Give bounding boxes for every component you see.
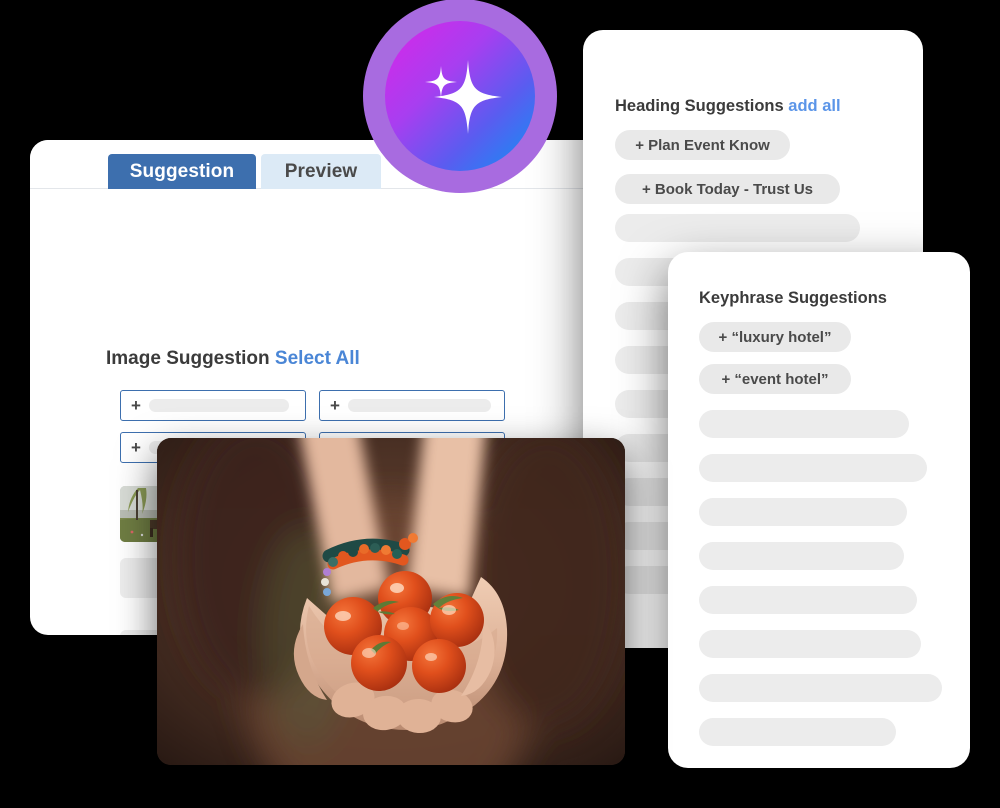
- keyphrase-suggestions-panel: Keyphrase Suggestions + “luxury hotel” +…: [668, 252, 970, 768]
- tab-preview[interactable]: Preview: [261, 154, 381, 189]
- tab-suggestion[interactable]: Suggestion: [108, 154, 256, 189]
- keyphrase-chip-1[interactable]: + “luxury hotel”: [699, 322, 851, 352]
- keyphrase-chip-2[interactable]: + “event hotel”: [699, 364, 851, 394]
- screenshot-stage: Suggestion Preview Image Suggestion Sele…: [0, 0, 1000, 808]
- heading-suggestions-title: Heading Suggestions add all: [615, 97, 841, 116]
- ai-sparkle-badge: [363, 0, 557, 193]
- skeleton-pill: [699, 454, 927, 482]
- skeleton-pill: [699, 498, 907, 526]
- image-suggestion-input-2[interactable]: +: [319, 390, 505, 421]
- sparkle-gradient-circle: [385, 21, 535, 171]
- skeleton-bar: [347, 399, 491, 412]
- image-suggestion-input-1[interactable]: +: [120, 390, 306, 421]
- tab-bar: Suggestion Preview: [30, 140, 645, 189]
- skeleton-pill: [699, 586, 917, 614]
- section-title-text: Image Suggestion: [106, 348, 270, 369]
- skeleton-pill: [699, 718, 896, 746]
- heading-suggestions-title-text: Heading Suggestions: [615, 97, 784, 115]
- sparkle-icon: [425, 60, 502, 134]
- heading-chip-2[interactable]: + Book Today - Trust Us: [615, 174, 840, 204]
- skeleton-pill: [699, 410, 909, 438]
- keyphrase-suggestions-title: Keyphrase Suggestions: [699, 289, 887, 307]
- skeleton-pill: [699, 542, 904, 570]
- skeleton-pill: [615, 214, 860, 242]
- skeleton-pill: [699, 630, 921, 658]
- plus-icon: +: [330, 396, 340, 415]
- add-all-link[interactable]: add all: [788, 97, 840, 115]
- skeleton-bar: [148, 399, 289, 412]
- plus-icon: +: [131, 396, 141, 415]
- page-title: Image Suggestion Select All: [106, 348, 360, 370]
- heading-chip-1[interactable]: + Plan Event Know: [615, 130, 790, 160]
- hands-holding-cherry-tomatoes-photo: [157, 438, 625, 765]
- select-all-link[interactable]: Select All: [275, 348, 360, 369]
- plus-icon: +: [131, 438, 141, 457]
- skeleton-pill: [699, 674, 942, 702]
